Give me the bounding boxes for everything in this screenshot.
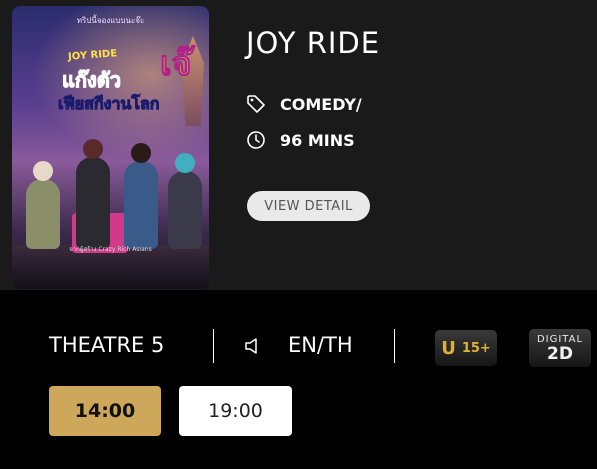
showtime-button-selected[interactable]: 14:00: [49, 386, 161, 436]
view-detail-button[interactable]: VIEW DETAIL: [247, 191, 370, 221]
poster-logo-th-2: เจ๊: [160, 44, 193, 85]
rating-age: 15+: [461, 340, 491, 356]
genre-row: COMEDY/: [246, 94, 362, 114]
poster-figure: [168, 153, 202, 249]
poster-figure: [124, 143, 158, 249]
theatre-label: THEATRE 5: [49, 333, 165, 357]
rating-letter: U: [441, 337, 456, 359]
speaker-icon: [244, 337, 262, 355]
age-rating-badge: U 15+: [435, 330, 497, 366]
poster-figure: [76, 139, 110, 249]
format-badge: DIGITAL 2D: [529, 329, 591, 367]
divider: [213, 329, 214, 363]
movie-title: JOY RIDE: [246, 26, 381, 60]
genre-label: COMEDY/: [280, 94, 362, 114]
tag-icon: [246, 94, 266, 114]
movie-poster[interactable]: ทริปนี้จองแบบนะจ๊ะ JOY RIDE แก๊งตัว เจ๊ …: [12, 6, 209, 289]
poster-figure: [26, 161, 60, 249]
language-label: EN/TH: [288, 333, 353, 357]
session-info-row: THEATRE 5 EN/TH U 15+ DIGITAL 2D: [0, 325, 597, 369]
format-line2: 2D: [547, 343, 573, 364]
duration-label: 96 MINS: [280, 130, 355, 150]
showtime-button[interactable]: 19:00: [179, 386, 292, 436]
duration-row: 96 MINS: [246, 130, 355, 150]
format-line1: DIGITAL: [536, 333, 584, 345]
poster-tagline: ทริปนี้จองแบบนะจ๊ะ: [76, 16, 145, 25]
divider: [394, 329, 395, 363]
poster-credit: จากผู้สร้าง Crazy Rich Asians: [69, 246, 152, 253]
poster-logo-th-3: เฟียสกีงานโลก: [57, 94, 160, 114]
movie-card: ทริปนี้จองแบบนะจ๊ะ JOY RIDE แก๊งตัว เจ๊ …: [0, 0, 597, 290]
clock-icon: [246, 130, 266, 150]
